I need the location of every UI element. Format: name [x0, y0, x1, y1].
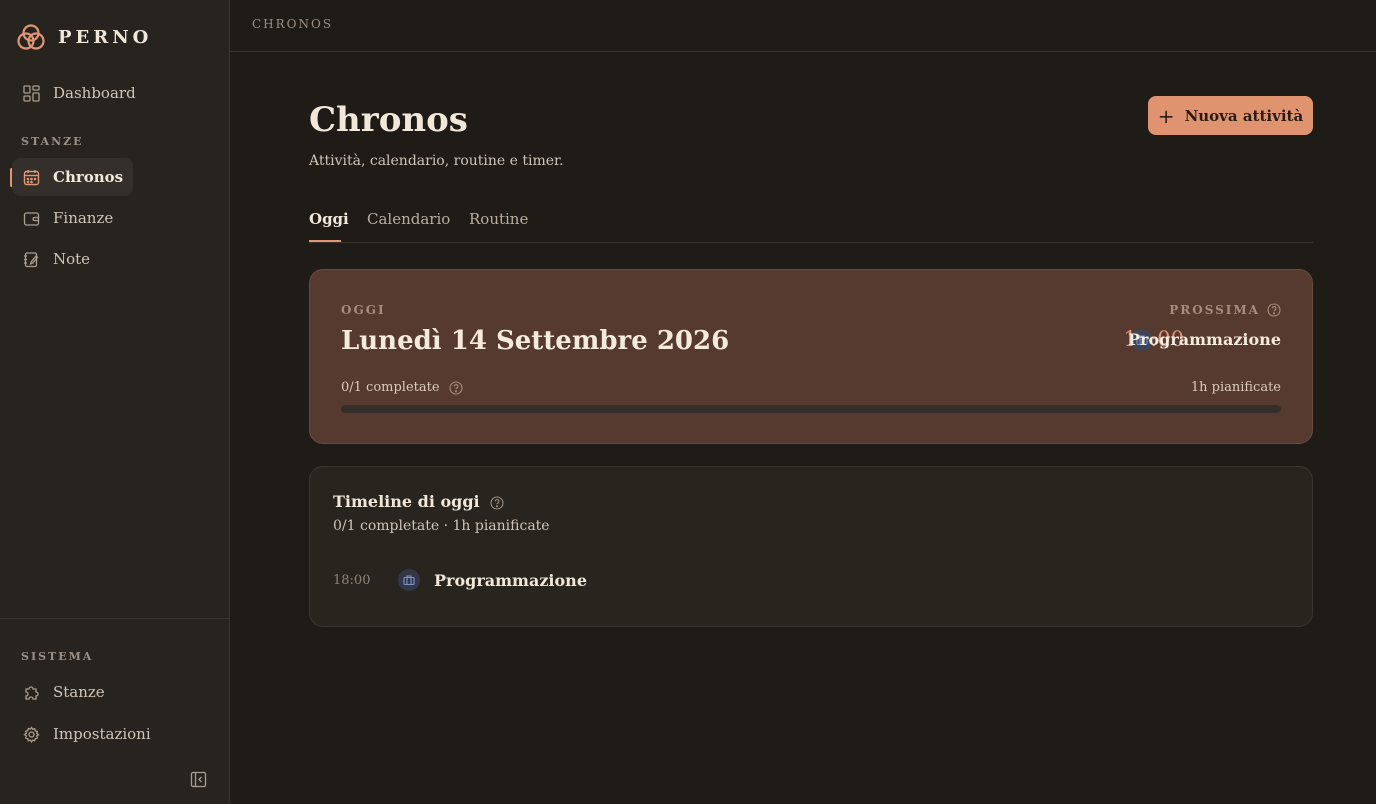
- sidebar-item-note[interactable]: Note: [12, 240, 100, 278]
- planned-hours: 1h pianificate: [1190, 380, 1281, 395]
- section-label-rooms: STANZE: [21, 135, 84, 148]
- today-card: OGGI Lunedì 14 Settembre 2026 PROSSIMA 1…: [309, 269, 1313, 444]
- brand[interactable]: PERNO: [16, 22, 152, 52]
- sidebar: PERNO Dashboard STANZE Chronos Finanze N…: [0, 0, 230, 804]
- sidebar-item-label: Stanze: [53, 683, 105, 701]
- tabs: Oggi Calendario Routine: [309, 205, 1313, 243]
- briefcase-icon: [398, 569, 420, 591]
- sidebar-item-chronos[interactable]: Chronos: [12, 158, 134, 196]
- help-icon[interactable]: [490, 495, 504, 510]
- timeline-item[interactable]: 18:00 Programmazione: [333, 567, 1283, 595]
- tab-calendario[interactable]: Calendario: [367, 210, 450, 228]
- brand-name: PERNO: [58, 26, 153, 48]
- completed-count: 0/1 completate: [341, 380, 463, 395]
- calendar-icon: [22, 168, 40, 186]
- sidebar-item-label: Note: [53, 250, 91, 268]
- note-icon: [22, 250, 40, 268]
- today-label: OGGI: [341, 303, 386, 317]
- timeline-item-name: Programmazione: [434, 571, 587, 590]
- wallet-icon: [22, 209, 40, 227]
- puzzle-icon: [22, 683, 40, 701]
- progress-bar: [341, 405, 1281, 413]
- help-icon[interactable]: [449, 380, 463, 395]
- next-label: PROSSIMA: [1169, 303, 1260, 317]
- sidebar-item-finanze[interactable]: Finanze: [12, 199, 123, 237]
- tab-oggi[interactable]: Oggi: [309, 210, 349, 228]
- timeline-card: Timeline di oggi 0/1 completate · 1h pia…: [309, 466, 1313, 627]
- sidebar-item-impostazioni[interactable]: Impostazioni: [12, 715, 161, 753]
- collapse-sidebar-button[interactable]: [190, 771, 208, 789]
- sidebar-item-label: Finanze: [53, 209, 114, 227]
- sidebar-item-stanze[interactable]: Stanze: [12, 673, 115, 711]
- next-activity-name[interactable]: Programmazione: [1128, 330, 1281, 349]
- completed-text: 0/1 completate: [341, 380, 440, 395]
- sidebar-item-label: Dashboard: [53, 84, 136, 102]
- timeline-subtitle: 0/1 completate · 1h pianificate: [333, 518, 550, 534]
- tab-routine[interactable]: Routine: [469, 210, 528, 228]
- section-label-system: SISTEMA: [21, 650, 94, 663]
- timeline-title-text: Timeline di oggi: [333, 492, 480, 511]
- topbar: CHRONOS: [230, 0, 1376, 52]
- plus-icon: +: [1157, 103, 1175, 128]
- today-date: Lunedì 14 Settembre 2026: [341, 326, 730, 356]
- tab-active-underline: [309, 240, 341, 242]
- page-subtitle: Attività, calendario, routine e timer.: [309, 153, 564, 169]
- sidebar-divider: [0, 618, 229, 619]
- perno-logo-icon: [16, 22, 46, 52]
- sidebar-item-label: Impostazioni: [53, 725, 151, 743]
- topbar-title: CHRONOS: [252, 17, 334, 31]
- dashboard-icon: [22, 84, 40, 102]
- timeline-title: Timeline di oggi: [333, 492, 504, 511]
- new-activity-button[interactable]: + Nuova attività: [1148, 96, 1313, 135]
- timeline-item-time: 18:00: [333, 573, 371, 588]
- new-activity-label: Nuova attività: [1184, 106, 1304, 125]
- sidebar-collapse-icon: [190, 771, 207, 792]
- sidebar-item-dashboard[interactable]: Dashboard: [12, 74, 146, 112]
- sidebar-item-label: Chronos: [53, 168, 124, 186]
- help-icon[interactable]: [1267, 303, 1281, 317]
- gear-icon: [22, 725, 40, 743]
- page-title: Chronos: [309, 100, 468, 140]
